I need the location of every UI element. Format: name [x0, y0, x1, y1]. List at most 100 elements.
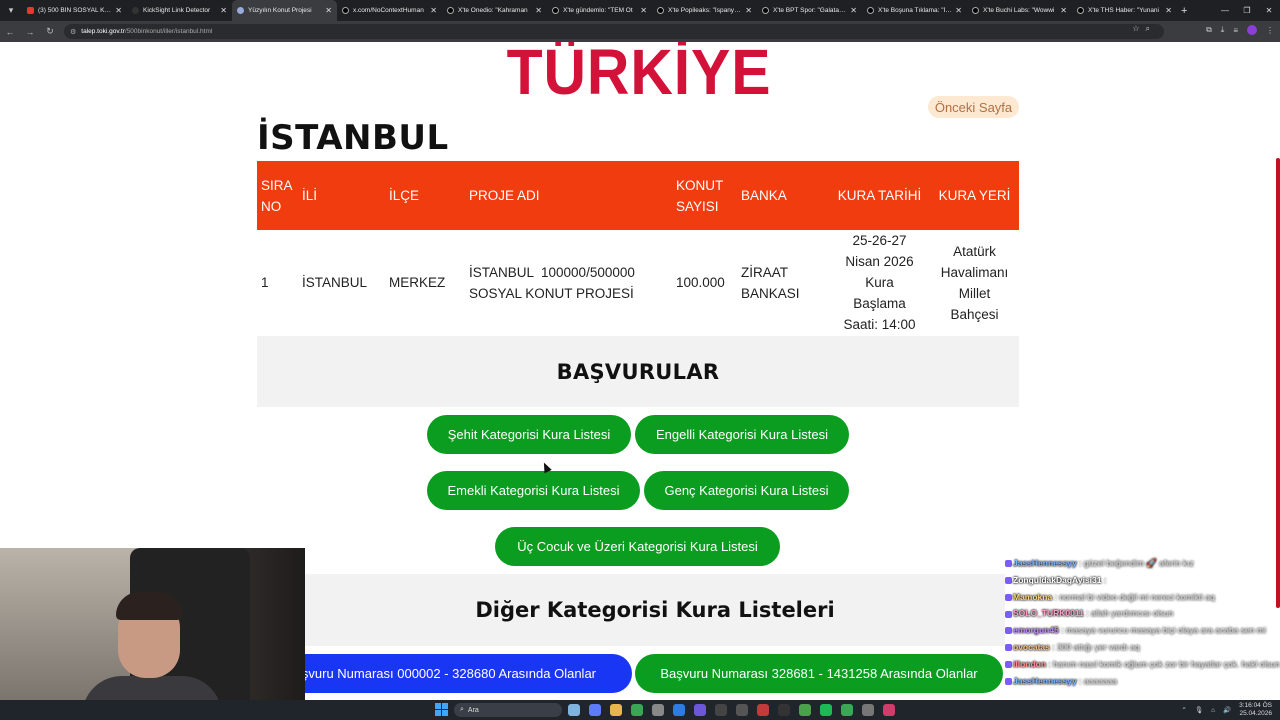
close-icon[interactable]: ✕ [535, 6, 542, 15]
chat-username[interactable]: ZonguldakDagAyisi31 [1013, 575, 1101, 585]
chat-username[interactable]: JassHennessyy [1013, 558, 1077, 568]
bookmark-star-icon[interactable]: ☆ [1132, 24, 1139, 34]
address-bar[interactable]: ⚙ talep.toki.gov.tr/500binkonut/iller/is… [64, 24, 1164, 39]
app-icon[interactable] [799, 704, 811, 716]
tab-x[interactable]: X'te Popileaks: "İspanya'd ✕ [652, 0, 757, 21]
tab-youtube[interactable]: (3) 500 BİN SOSYAL KONUT✕ [22, 0, 127, 21]
tab-x[interactable]: x.com/NoContextHuman ✕ [337, 0, 442, 21]
close-icon[interactable]: ✕ [220, 6, 227, 15]
clock[interactable]: 3:16:04 ÖS 25.04.2026 [1239, 702, 1272, 718]
cell-konut: 100.000 [672, 230, 737, 337]
close-icon[interactable]: ✕ [850, 6, 857, 15]
uc-cocuk-list-button[interactable]: Üç Cocuk ve Üzeri Kategorisi Kura Listes… [495, 527, 780, 566]
youtube-icon [27, 7, 34, 14]
app-icon[interactable] [715, 704, 727, 716]
more-menu-icon[interactable]: ⋮ [1266, 26, 1274, 35]
chat-username[interactable]: SOLO_TURK0011 [1013, 608, 1084, 618]
range-2-button[interactable]: Başvuru Numarası 328681 - 1431258 Arasın… [635, 654, 1003, 693]
forward-icon[interactable]: → [20, 21, 40, 42]
close-icon[interactable]: ✕ [1165, 6, 1172, 15]
close-icon[interactable]: ✕ [745, 6, 752, 15]
profile-avatar[interactable] [1247, 25, 1257, 35]
tab-x[interactable]: X'te BPT Spor: "Galatasar ✕ [757, 0, 862, 21]
edge-icon[interactable] [673, 704, 685, 716]
proje-line: İSTANBUL 100000/500000 [469, 264, 635, 280]
tab-title: (3) 500 BİN SOSYAL KONUT [38, 7, 112, 14]
weather-widget-icon[interactable] [568, 704, 580, 716]
new-tab-icon[interactable]: + [1181, 5, 1187, 17]
start-menu-icon[interactable] [435, 703, 448, 716]
task-view-icon[interactable] [589, 704, 601, 716]
close-icon[interactable]: ✕ [115, 6, 122, 15]
tarih-line: Nisan 2026 [845, 254, 914, 270]
tab-x[interactable]: X'te Buchi Labs: "Wowwi ✕ [967, 0, 1072, 21]
tab-x[interactable]: X'te THS Haber: "Yunani ✕ [1072, 0, 1177, 21]
chat-username[interactable]: JassHennessyy [1013, 676, 1077, 686]
chat-username[interactable]: ovocatas [1013, 642, 1050, 652]
x-icon [972, 7, 979, 14]
spotify-icon[interactable] [820, 704, 832, 716]
tab-kicksight[interactable]: KickSight Link Detector ✕ [127, 0, 232, 21]
app-icon[interactable] [778, 704, 790, 716]
header-label: SAYISI [676, 198, 719, 214]
discord-icon[interactable] [694, 704, 706, 716]
tab-title: X'te Onedio: "Kahraman [458, 7, 528, 14]
app-icon[interactable] [862, 704, 874, 716]
tab-x[interactable]: X'te gündemlo: "TEM Ot ✕ [547, 0, 652, 21]
sehit-list-button[interactable]: Şehit Kategorisi Kura Listesi [427, 415, 631, 454]
minimize-icon[interactable]: — [1214, 0, 1236, 21]
tab-x[interactable]: X'te Boşuna Tıklama: "İsta ✕ [862, 0, 967, 21]
reload-icon[interactable]: ↻ [40, 21, 60, 42]
extensions-icon[interactable]: ⧉ [1206, 25, 1212, 35]
close-icon[interactable]: ✕ [1060, 6, 1067, 15]
zoom-icon[interactable]: ⌕ [1146, 24, 1150, 34]
close-icon[interactable]: ✕ [430, 6, 437, 15]
chrome-icon[interactable] [631, 704, 643, 716]
chat-username[interactable]: illondon [1013, 659, 1046, 669]
app-icon[interactable] [883, 704, 895, 716]
close-window-icon[interactable]: ✕ [1258, 0, 1280, 21]
close-icon[interactable]: ✕ [325, 6, 332, 15]
tarih-line: Saati: 14:00 [843, 317, 916, 333]
tab-title: X'te Popileaks: "İspanya'd [668, 7, 743, 14]
page-title: İSTANBUL [257, 118, 449, 158]
tray-chevron-icon[interactable]: ⌃ [1181, 706, 1186, 714]
app-icon[interactable] [757, 704, 769, 716]
previous-page-button[interactable]: Önceki Sayfa [928, 96, 1019, 118]
webcam-overlay [0, 548, 305, 720]
tab-x[interactable]: X'te Onedio: "Kahraman ✕ [442, 0, 547, 21]
tab-search-icon[interactable]: ▾ [0, 0, 22, 21]
genc-list-button[interactable]: Genç Kategorisi Kura Listesi [644, 471, 849, 510]
close-icon[interactable]: ✕ [955, 6, 962, 15]
close-icon[interactable]: ✕ [640, 6, 647, 15]
table-row: 1 İSTANBUL MERKEZ İSTANBUL 100000/500000… [257, 230, 1019, 337]
menu-list-icon[interactable]: ≡ [1233, 26, 1238, 35]
col-kura-yeri: KURA YERİ [930, 161, 1019, 230]
col-sira-no: SIRA NO [257, 161, 298, 230]
back-icon[interactable]: ← [0, 21, 20, 42]
chat-username[interactable]: Mamokna [1013, 592, 1052, 602]
chat-message: illondon : hanım nasıl komik oğlum çok z… [1005, 656, 1280, 673]
system-tray: ⌃ 🎙 ⌂ 🔊 3:16:04 ÖS 25.04.2026 [1181, 702, 1272, 718]
chat-username[interactable]: emorgun45 [1013, 625, 1059, 635]
tab-toki-active[interactable]: Yüzyılın Konut Projesi ✕ [232, 0, 337, 21]
app-icon[interactable] [736, 704, 748, 716]
engelli-list-button[interactable]: Engelli Kategorisi Kura Listesi [635, 415, 849, 454]
emekli-list-button[interactable]: Emekli Kategorisi Kura Listesi [427, 471, 640, 510]
taskbar-search[interactable]: ⌕ Ara [454, 703, 562, 717]
volume-icon[interactable]: 🔊 [1223, 706, 1231, 714]
file-explorer-icon[interactable] [610, 704, 622, 716]
chrome-icon[interactable] [841, 704, 853, 716]
maximize-icon[interactable]: ❐ [1236, 0, 1258, 21]
download-icon[interactable]: ⤓ [1221, 25, 1225, 35]
tab-title: X'te Boşuna Tıklama: "İsta [878, 7, 953, 14]
header-label: SIRA [261, 177, 293, 193]
cell-il: İSTANBUL [298, 230, 385, 337]
network-icon[interactable]: ⌂ [1211, 707, 1215, 714]
range-1-button[interactable]: Başvuru Numarası 000002 - 328680 Arasınd… [250, 654, 632, 693]
page-scrollbar[interactable] [1276, 158, 1280, 608]
site-info-icon[interactable]: ⚙ [70, 28, 76, 36]
microphone-icon[interactable]: 🎙 [1195, 706, 1203, 714]
windows-taskbar: ⌕ Ara ⌃ 🎙 ⌂ 🔊 3:16:04 ÖS 25.04.2026 [0, 700, 1280, 720]
app-icon[interactable] [652, 704, 664, 716]
